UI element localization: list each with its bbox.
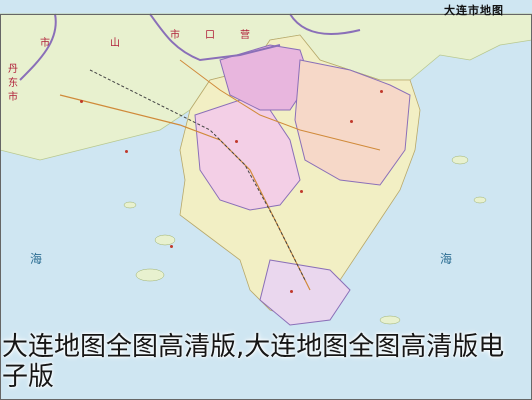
island <box>123 201 137 209</box>
border-label: 市 <box>170 30 182 41</box>
sea-label: 海 <box>440 252 455 266</box>
settlement-marker <box>300 190 303 193</box>
settlement-marker <box>125 150 128 153</box>
border-label: 营 <box>240 30 252 41</box>
settlement-marker <box>350 120 353 123</box>
island <box>154 234 176 246</box>
border-label: 山 <box>110 38 122 49</box>
sea-label: 海 <box>30 252 45 266</box>
map-title: 大连市地图 <box>444 4 504 17</box>
settlement-marker <box>80 100 83 103</box>
settlement-marker <box>380 90 383 93</box>
caption-overlay: 大连地图全图高清版,大连地图全图高清版电子版 <box>2 332 505 392</box>
island <box>473 196 487 204</box>
island <box>379 315 401 325</box>
border-label: 市 <box>8 92 20 103</box>
settlement-marker <box>235 140 238 143</box>
border-label: 东 <box>8 78 20 89</box>
border-label: 丹 <box>8 64 20 75</box>
map-frame: 大连市地图 丹 东 市 市 山 市 口 营 海 海 大连地图全图高清版,大连地图… <box>0 0 532 400</box>
settlement-marker <box>290 290 293 293</box>
border-label: 口 <box>205 30 217 41</box>
settlement-marker <box>170 245 173 248</box>
border-label: 市 <box>40 38 52 49</box>
island <box>451 155 469 165</box>
island <box>135 268 165 282</box>
